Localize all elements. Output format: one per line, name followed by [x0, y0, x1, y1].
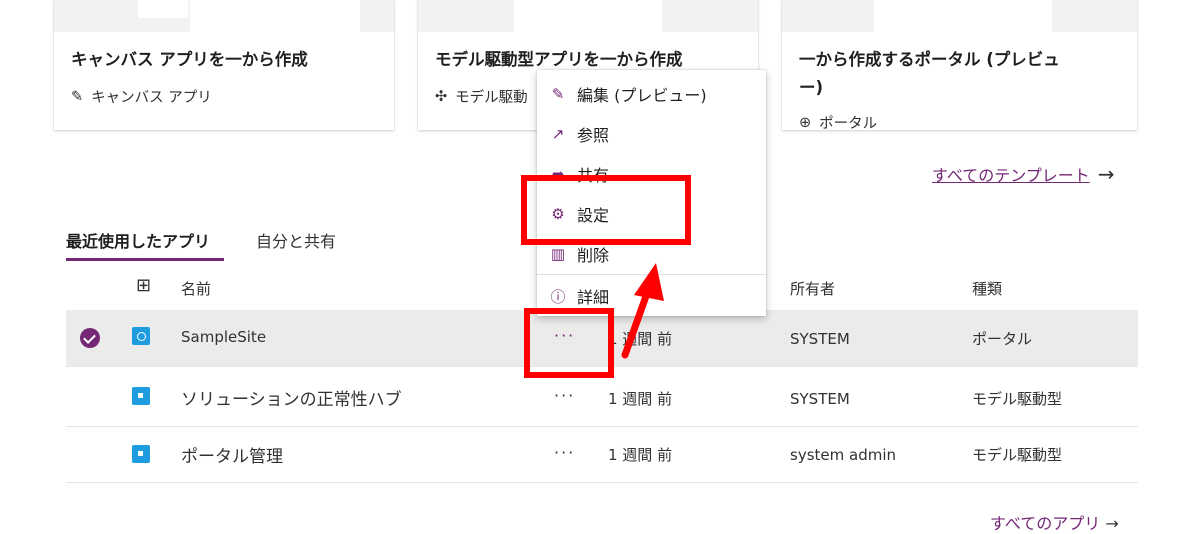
owner: system admin — [790, 446, 896, 464]
all-apps-label: すべてのアプリ — [990, 514, 1101, 533]
puzzle-icon: ✣ — [435, 88, 448, 105]
card-subtitle: キャンバス アプリ — [91, 90, 212, 106]
all-templates-label: すべてのテンプレート — [932, 166, 1090, 185]
owner: SYSTEM — [790, 330, 850, 348]
card-subtitle: ポータル — [819, 116, 878, 132]
column-header-name[interactable]: 名前 — [181, 278, 211, 299]
card-title-line2: ー) — [799, 78, 824, 97]
card-thumbnail — [418, 0, 758, 32]
pencil-icon: ✎ — [71, 88, 84, 105]
menu-item-label: 参照 — [577, 126, 610, 145]
app-type: モデル駆動型 — [972, 390, 1063, 408]
arrow-right-icon: → — [1097, 162, 1115, 186]
column-picker-icon[interactable]: ⊞ — [136, 275, 151, 296]
pencil-icon: ✎ — [551, 85, 565, 103]
model-driven-app-icon — [132, 445, 150, 463]
app-name[interactable]: ポータル管理 — [181, 442, 283, 467]
table-row[interactable]: ソリューションの正常性ハブ ··· 1 週間 前 SYSTEM モデル駆動型 — [66, 370, 1138, 427]
card-subtitle-row: ✎ キャンバス アプリ — [71, 86, 212, 107]
menu-item-browse[interactable]: ↗ 参照 — [537, 114, 766, 154]
more-options-button[interactable]: ··· — [554, 443, 575, 462]
card-subtitle: モデル駆動 — [455, 90, 528, 106]
app-name[interactable]: SampleSite — [181, 328, 266, 346]
card-subtitle-row: ⊕ ポータル — [799, 112, 877, 133]
active-tab-indicator — [66, 258, 224, 261]
info-icon: ⓘ — [550, 287, 566, 306]
arrow-right-icon: → — [1105, 514, 1119, 533]
model-driven-app-icon — [132, 387, 150, 405]
menu-item-label: 編集 (プレビュー) — [577, 86, 707, 105]
open-external-icon: ↗ — [551, 125, 565, 143]
modified-time: 1 週間 前 — [608, 390, 673, 408]
globe-icon: ⊕ — [799, 114, 812, 131]
more-options-button[interactable]: ··· — [554, 386, 575, 405]
app-type: モデル駆動型 — [972, 446, 1063, 464]
highlight-box-settings — [521, 175, 691, 245]
portal-app-icon — [132, 327, 150, 345]
row-selected-check-icon[interactable] — [80, 328, 100, 348]
card-subtitle-row: ✣ モデル駆動 — [435, 86, 528, 107]
column-header-type[interactable]: 種類 — [972, 278, 1002, 299]
card-thumbnail — [54, 0, 394, 32]
trash-icon: ▥ — [550, 245, 566, 263]
card-title-line1: 一から作成するポータル (プレビュ — [799, 50, 1060, 69]
card-thumbnail — [782, 0, 1137, 32]
annotation-arrow — [621, 263, 664, 359]
template-card-portal[interactable]: 一から作成するポータル (プレビュ ー) ⊕ ポータル — [782, 0, 1137, 133]
owner: SYSTEM — [790, 390, 850, 408]
template-card-canvas[interactable]: キャンバス アプリを一から作成 ✎ キャンバス アプリ — [54, 0, 394, 130]
all-apps-link[interactable]: すべてのアプリ → — [990, 510, 1119, 534]
all-templates-link[interactable]: すべてのテンプレート → — [932, 162, 1115, 186]
tab-shared-with-me[interactable]: 自分と共有 — [256, 228, 336, 252]
app-name[interactable]: ソリューションの正常性ハブ — [181, 385, 402, 410]
tab-recent-apps[interactable]: 最近使用したアプリ — [66, 228, 210, 252]
card-title: キャンバス アプリを一から作成 — [71, 50, 308, 69]
column-header-owner[interactable]: 所有者 — [790, 278, 835, 299]
app-type: ポータル — [972, 330, 1033, 348]
menu-item-edit[interactable]: ✎ 編集 (プレビュー) — [537, 74, 766, 114]
modified-time: 1 週間 前 — [608, 446, 673, 464]
table-row[interactable]: ポータル管理 ··· 1 週間 前 system admin モデル駆動型 — [66, 426, 1138, 483]
